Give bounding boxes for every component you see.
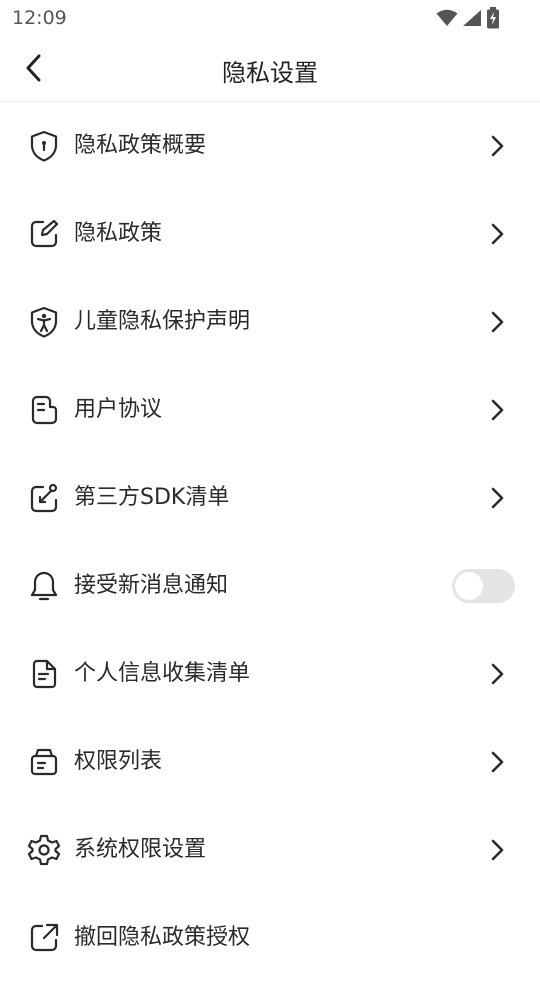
chevron-right-icon bbox=[491, 399, 504, 421]
row-label: 撤回隐私政策授权 bbox=[74, 925, 251, 950]
bag-list-icon bbox=[27, 745, 61, 779]
toggle-knob bbox=[455, 572, 483, 600]
signal-icon bbox=[463, 10, 481, 26]
battery-icon bbox=[487, 7, 499, 29]
chevron-right-icon bbox=[491, 663, 504, 685]
row-label: 用户协议 bbox=[74, 397, 163, 422]
notification-toggle[interactable] bbox=[452, 569, 515, 603]
chevron-right-icon bbox=[491, 135, 504, 157]
row-label: 第三方SDK清单 bbox=[74, 485, 230, 510]
row-label: 个人信息收集清单 bbox=[74, 661, 251, 686]
bell-icon bbox=[27, 569, 61, 603]
page-title: 隐私设置 bbox=[222, 59, 318, 87]
row-label: 接受新消息通知 bbox=[74, 573, 229, 598]
status-time: 12:09 bbox=[12, 7, 67, 29]
wifi-icon bbox=[436, 9, 458, 26]
app-bar: 隐私设置 bbox=[0, 36, 540, 102]
status-bar: 12:09 bbox=[0, 0, 540, 36]
row-revoke-authorization[interactable]: 撤回隐私政策授权 bbox=[0, 894, 540, 982]
row-personal-info-list[interactable]: 个人信息收集清单 bbox=[0, 630, 540, 718]
chevron-right-icon bbox=[491, 839, 504, 861]
document-icon bbox=[27, 393, 61, 427]
row-child-privacy[interactable]: 儿童隐私保护声明 bbox=[0, 278, 540, 366]
row-label: 系统权限设置 bbox=[74, 837, 207, 862]
shield-lock-icon bbox=[27, 129, 61, 163]
row-label: 隐私政策概要 bbox=[74, 133, 207, 158]
row-label: 儿童隐私保护声明 bbox=[74, 309, 251, 334]
edit-note-icon bbox=[27, 217, 61, 251]
external-edit-icon bbox=[27, 481, 61, 515]
row-notifications: 接受新消息通知 bbox=[0, 542, 540, 630]
row-system-permissions[interactable]: 系统权限设置 bbox=[0, 806, 540, 894]
chevron-right-icon bbox=[491, 223, 504, 245]
row-privacy-summary[interactable]: 隐私政策概要 bbox=[0, 102, 540, 190]
row-label: 隐私政策 bbox=[74, 221, 163, 246]
gear-icon bbox=[27, 833, 61, 867]
file-list-icon bbox=[27, 657, 61, 691]
chevron-right-icon bbox=[491, 487, 504, 509]
child-shield-icon bbox=[27, 305, 61, 339]
row-permission-list[interactable]: 权限列表 bbox=[0, 718, 540, 806]
chevron-right-icon bbox=[491, 311, 504, 333]
row-user-agreement[interactable]: 用户协议 bbox=[0, 366, 540, 454]
chevron-right-icon bbox=[491, 751, 504, 773]
status-icons bbox=[436, 7, 500, 29]
row-third-party-sdk[interactable]: 第三方SDK清单 bbox=[0, 454, 540, 542]
share-out-icon bbox=[27, 921, 61, 955]
row-label: 权限列表 bbox=[74, 749, 163, 774]
row-privacy-policy[interactable]: 隐私政策 bbox=[0, 190, 540, 278]
